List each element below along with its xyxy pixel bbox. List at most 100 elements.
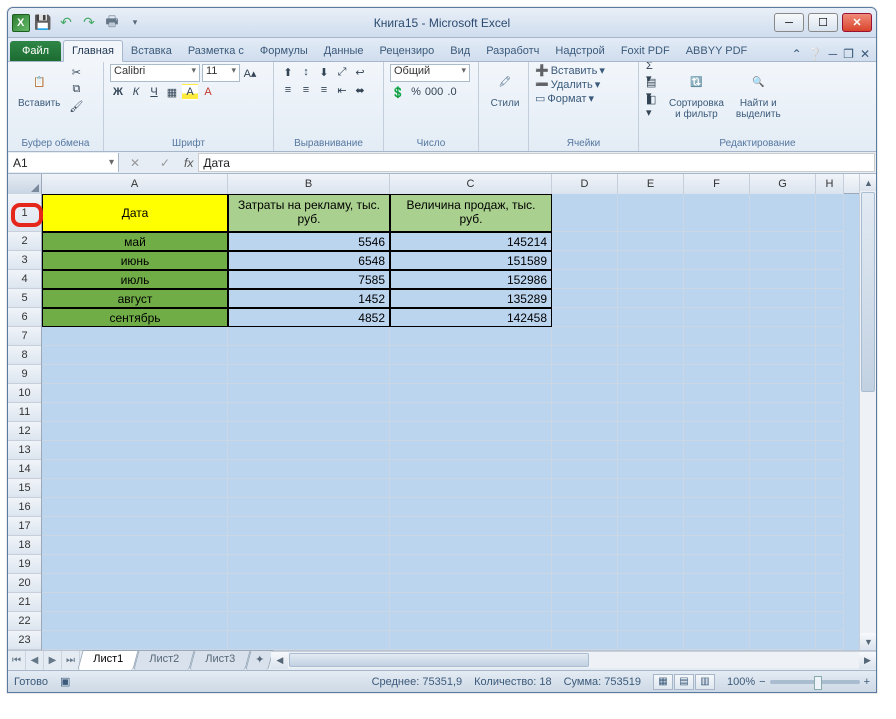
scroll-thumb-v[interactable] bbox=[861, 192, 875, 392]
row-header[interactable]: 17 bbox=[8, 517, 41, 536]
cell-C6[interactable]: 142458 bbox=[390, 308, 552, 327]
scroll-down-icon[interactable]: ▼ bbox=[860, 633, 876, 650]
view-page-break-icon[interactable]: ▥ bbox=[695, 674, 715, 690]
percent-icon[interactable]: % bbox=[408, 84, 424, 100]
row-header[interactable]: 11 bbox=[8, 403, 41, 422]
ribbon-minimize-icon[interactable]: ⌃ bbox=[792, 47, 802, 61]
zoom-in-icon[interactable]: + bbox=[864, 676, 870, 688]
align-right-icon[interactable]: ≡ bbox=[316, 82, 332, 98]
close-button[interactable]: ✕ bbox=[842, 13, 872, 32]
cell-B2[interactable]: 5546 bbox=[228, 232, 390, 251]
row-header[interactable]: 21 bbox=[8, 593, 41, 612]
row-header[interactable]: 6 bbox=[8, 308, 41, 327]
fx-icon[interactable]: fx bbox=[180, 152, 197, 173]
grow-font-icon[interactable]: A▴ bbox=[242, 65, 258, 81]
row-header[interactable]: 20 bbox=[8, 574, 41, 593]
scroll-right-icon[interactable]: ▶ bbox=[859, 652, 876, 669]
cell-A5[interactable]: август bbox=[42, 289, 228, 308]
col-header-B[interactable]: B bbox=[228, 174, 390, 194]
horizontal-scrollbar[interactable]: ◀ ▶ bbox=[271, 651, 876, 668]
col-header-D[interactable]: D bbox=[552, 174, 618, 194]
select-all-corner[interactable] bbox=[8, 174, 42, 194]
scroll-left-icon[interactable]: ◀ bbox=[271, 652, 288, 669]
formula-input[interactable]: Дата bbox=[198, 153, 875, 172]
align-top-icon[interactable]: ⬆ bbox=[280, 64, 296, 80]
comma-icon[interactable]: 000 bbox=[426, 84, 442, 100]
help-icon[interactable]: ❔ bbox=[808, 47, 823, 61]
sheet-tab-1[interactable]: Лист1 bbox=[77, 650, 138, 670]
enter-formula-icon[interactable]: ✓ bbox=[160, 156, 170, 170]
tab-data[interactable]: Данные bbox=[316, 41, 372, 61]
zoom-control[interactable]: 100% − + bbox=[727, 676, 870, 688]
align-center-icon[interactable]: ≡ bbox=[298, 82, 314, 98]
cells-area[interactable]: Дата Затраты на рекламу, тыс. руб. Велич… bbox=[42, 194, 876, 650]
cell[interactable] bbox=[816, 194, 844, 232]
tab-foxit[interactable]: Foxit PDF bbox=[613, 41, 678, 61]
fill-color-icon[interactable]: A bbox=[182, 84, 198, 100]
cell-C3[interactable]: 151589 bbox=[390, 251, 552, 270]
font-name-select[interactable]: Calibri bbox=[110, 64, 200, 82]
cell-A4[interactable]: июль bbox=[42, 270, 228, 289]
cell[interactable] bbox=[618, 194, 684, 232]
border-icon[interactable]: ▦ bbox=[164, 84, 180, 100]
row-header[interactable]: 19 bbox=[8, 555, 41, 574]
align-bottom-icon[interactable]: ⬇ bbox=[316, 64, 332, 80]
tab-view[interactable]: Вид bbox=[442, 41, 478, 61]
cell-B4[interactable]: 7585 bbox=[228, 270, 390, 289]
bold-button[interactable]: Ж bbox=[110, 84, 126, 100]
cell-A1[interactable]: Дата bbox=[42, 194, 228, 232]
font-size-select[interactable]: 11 bbox=[202, 64, 240, 82]
row-header[interactable]: 13 bbox=[8, 441, 41, 460]
paste-button[interactable]: 📋 Вставить bbox=[14, 64, 64, 111]
cell[interactable] bbox=[552, 194, 618, 232]
cell-B5[interactable]: 1452 bbox=[228, 289, 390, 308]
col-header-G[interactable]: G bbox=[750, 174, 816, 194]
tab-insert[interactable]: Вставка bbox=[123, 41, 180, 61]
vertical-scrollbar[interactable]: ▲ ▼ bbox=[859, 174, 876, 650]
maximize-button[interactable]: ☐ bbox=[808, 13, 838, 32]
col-header-F[interactable]: F bbox=[684, 174, 750, 194]
tab-abbyy[interactable]: ABBYY PDF bbox=[678, 41, 756, 61]
format-painter-icon[interactable]: 🖌 bbox=[68, 98, 84, 114]
cell-A3[interactable]: июнь bbox=[42, 251, 228, 270]
tab-developer[interactable]: Разработч bbox=[478, 41, 547, 61]
cell-C1[interactable]: Величина продаж, тыс. руб. bbox=[390, 194, 552, 232]
row-header[interactable]: 1 bbox=[8, 194, 41, 232]
scroll-thumb-h[interactable] bbox=[289, 653, 589, 667]
sheet-tab-3[interactable]: Лист3 bbox=[189, 650, 250, 670]
row-header[interactable]: 9 bbox=[8, 365, 41, 384]
cell-B3[interactable]: 6548 bbox=[228, 251, 390, 270]
cell-B1[interactable]: Затраты на рекламу, тыс. руб. bbox=[228, 194, 390, 232]
tab-review[interactable]: Рецензиро bbox=[372, 41, 443, 61]
insert-cells-button[interactable]: ➕Вставить ▾ bbox=[535, 64, 605, 77]
row-header[interactable]: 3 bbox=[8, 251, 41, 270]
orientation-icon[interactable]: ⤢ bbox=[334, 64, 350, 80]
cancel-formula-icon[interactable]: ✕ bbox=[130, 156, 140, 170]
cell-A6[interactable]: сентябрь bbox=[42, 308, 228, 327]
scroll-up-icon[interactable]: ▲ bbox=[860, 174, 876, 191]
new-sheet-button[interactable]: ✦ bbox=[245, 650, 274, 670]
name-box[interactable]: A1 bbox=[9, 153, 119, 172]
align-middle-icon[interactable]: ↕ bbox=[298, 64, 314, 80]
delete-cells-button[interactable]: ➖Удалить ▾ bbox=[535, 78, 605, 91]
underline-button[interactable]: Ч bbox=[146, 84, 162, 100]
row-header[interactable]: 15 bbox=[8, 479, 41, 498]
merge-icon[interactable]: ⬌ bbox=[352, 82, 368, 98]
row-header[interactable]: 8 bbox=[8, 346, 41, 365]
cell-C5[interactable]: 135289 bbox=[390, 289, 552, 308]
row-header[interactable]: 14 bbox=[8, 460, 41, 479]
row-header[interactable]: 7 bbox=[8, 327, 41, 346]
tab-nav-buttons[interactable]: ⏮◀▶⏭ bbox=[8, 651, 80, 670]
doc-restore-icon[interactable]: ❐ bbox=[843, 47, 854, 61]
col-header-A[interactable]: A bbox=[42, 174, 228, 194]
row-header[interactable]: 12 bbox=[8, 422, 41, 441]
number-format-select[interactable]: Общий bbox=[390, 64, 470, 82]
row-header[interactable]: 4 bbox=[8, 270, 41, 289]
cell-styles-button[interactable]: 🖍Стили bbox=[485, 64, 525, 111]
cell[interactable] bbox=[750, 194, 816, 232]
doc-close-icon[interactable]: ✕ bbox=[860, 47, 870, 61]
format-cells-button[interactable]: ▭Формат ▾ bbox=[535, 92, 605, 105]
cell-C2[interactable]: 145214 bbox=[390, 232, 552, 251]
currency-icon[interactable]: 💲 bbox=[390, 84, 406, 100]
row-header[interactable]: 16 bbox=[8, 498, 41, 517]
